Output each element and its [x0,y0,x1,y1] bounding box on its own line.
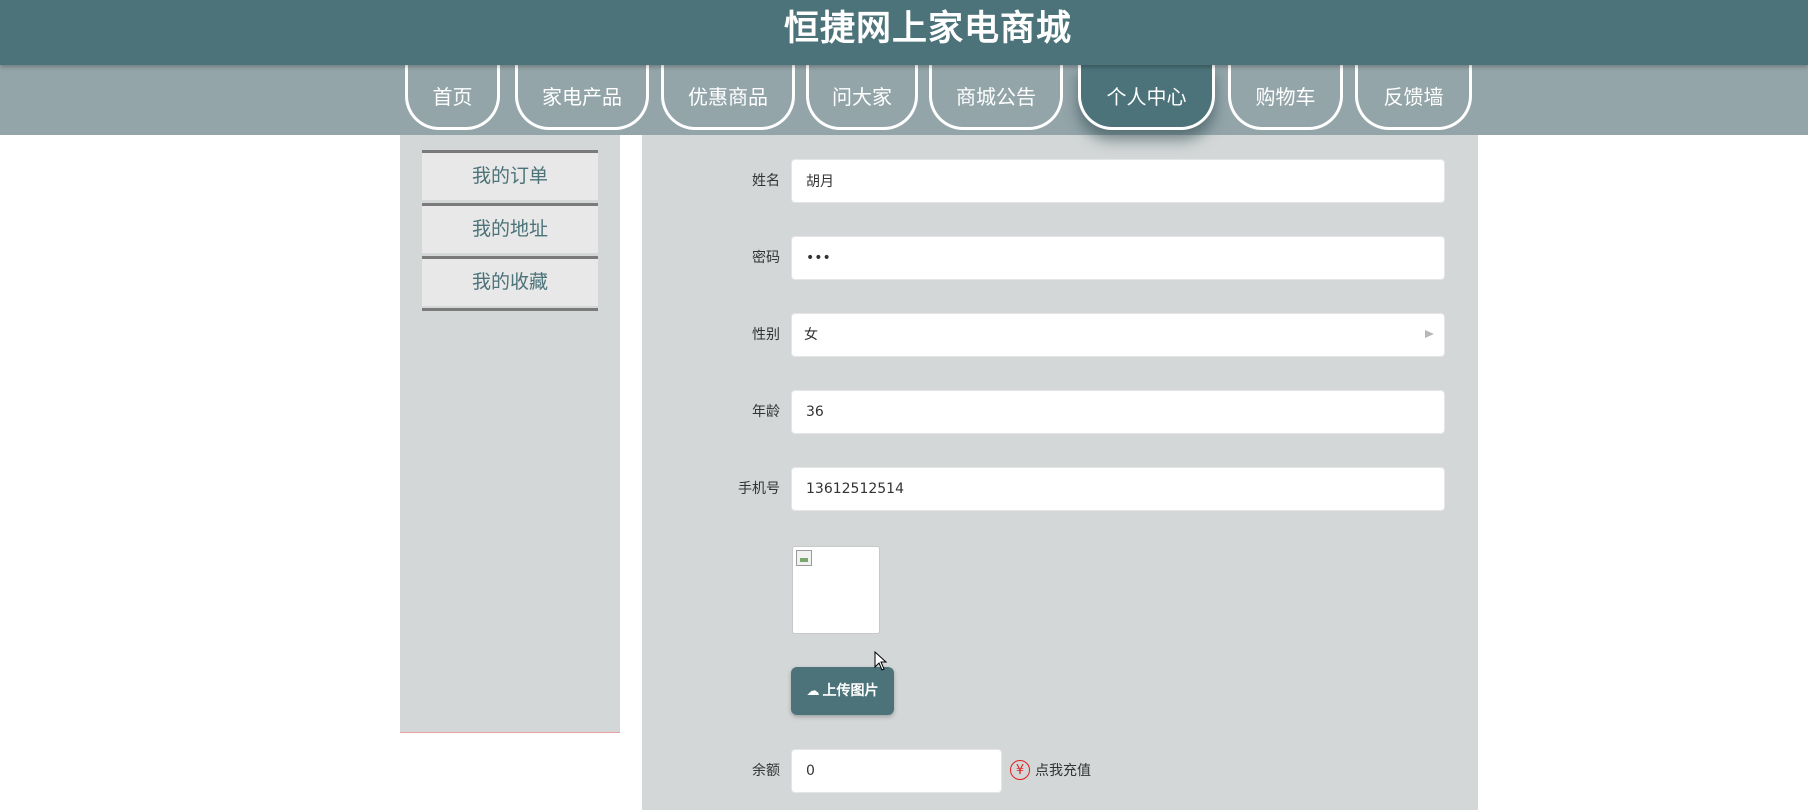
phone-label: 手机号 [738,481,780,497]
recharge-label: 点我充值 [1035,763,1091,779]
recharge-link[interactable]: ¥ 点我充值 [1010,757,1091,783]
nav-item-discounts[interactable]: 优惠商品 [661,65,795,130]
upload-image-button[interactable]: ☁ 上传图片 [791,667,894,715]
nav-item-personal-center[interactable]: 个人中心 [1078,65,1215,130]
cloud-upload-icon: ☁ [806,684,820,699]
balance-input[interactable] [791,749,1002,793]
sidebar: 我的订单 我的地址 我的收藏 [400,135,620,733]
upload-button-label: 上传图片 [822,683,879,699]
nav-item-announcements[interactable]: 商城公告 [929,65,1063,130]
profile-form: 姓名 密码 性别 女 年龄 手机号 ☁上传图片 余额 ¥ 点我充值 [642,135,1478,810]
name-label: 姓名 [752,173,780,189]
password-label: 密码 [752,250,780,266]
gender-select-wrap: 女 [791,313,1445,357]
broken-image-icon [796,550,812,566]
main-nav: 首页 家电产品 优惠商品 问大家 商城公告 个人中心 购物车 反馈墙 [0,65,1808,135]
gender-select[interactable]: 女 [791,313,1445,357]
site-title: 恒捷网上家电商城 [783,9,1072,49]
sidebar-item-favorites[interactable]: 我的收藏 [422,256,598,306]
sidebar-item-addresses[interactable]: 我的地址 [422,203,598,253]
mouse-cursor-icon [874,651,888,671]
nav-item-home[interactable]: 首页 [405,65,500,130]
age-label: 年龄 [752,404,780,420]
age-input[interactable] [791,390,1445,434]
balance-label: 余额 [752,763,780,779]
phone-input[interactable] [791,467,1445,511]
nav-item-appliances[interactable]: 家电产品 [515,65,649,130]
password-input[interactable] [791,236,1445,280]
nav-item-questions[interactable]: 问大家 [806,65,918,130]
yen-icon: ¥ [1010,760,1030,780]
gender-label: 性别 [752,327,780,343]
nav-item-cart[interactable]: 购物车 [1228,65,1343,130]
site-header: 恒捷网上家电商城 [0,0,1808,65]
nav-item-feedback[interactable]: 反馈墙 [1355,65,1472,130]
avatar-preview [792,546,880,634]
sidebar-divider [422,308,598,311]
sidebar-item-orders[interactable]: 我的订单 [422,150,598,200]
name-input[interactable] [791,159,1445,203]
